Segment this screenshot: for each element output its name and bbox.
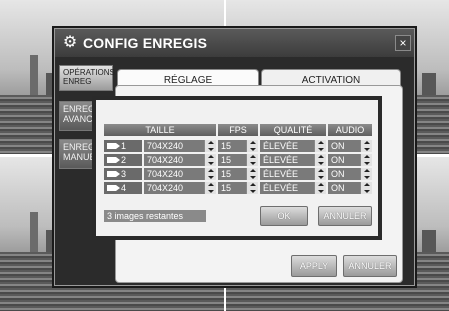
size-spinner[interactable] — [204, 140, 216, 152]
audio-spinner[interactable] — [360, 140, 372, 152]
camera-cell: 4 — [104, 182, 142, 194]
camera-icon — [107, 171, 120, 177]
close-button[interactable]: × — [395, 35, 411, 51]
size-select[interactable]: 704X240 — [144, 168, 204, 180]
popup-cancel-button[interactable]: ANNULER — [318, 206, 372, 226]
quality-select[interactable]: ÉLEVÉE — [260, 168, 314, 180]
apply-button[interactable]: APPLY — [291, 255, 337, 277]
size-spinner[interactable] — [204, 168, 216, 180]
audio-spinner[interactable] — [360, 154, 372, 166]
fps-select[interactable]: 15 — [218, 154, 246, 166]
fps-spinner[interactable] — [246, 154, 258, 166]
camera-cell: 1 — [104, 140, 142, 152]
fps-select[interactable]: 15 — [218, 168, 246, 180]
audio-select[interactable]: ON — [328, 182, 360, 194]
dialog-titlebar: ⚙ CONFIG ENREGIS × — [55, 29, 414, 57]
fps-spinner[interactable] — [246, 168, 258, 180]
header-audio: AUDIO — [328, 124, 372, 136]
camera-icon — [107, 143, 120, 149]
header-size: TAILLE — [104, 124, 216, 136]
dialog-title: CONFIG ENREGIS — [83, 35, 208, 51]
quality-select[interactable]: ÉLEVÉE — [260, 154, 314, 166]
quality-select[interactable]: ÉLEVÉE — [260, 182, 314, 194]
gear-icon: ⚙ — [62, 34, 78, 51]
quality-spinner[interactable] — [314, 168, 326, 180]
fps-spinner[interactable] — [246, 182, 258, 194]
quality-spinner[interactable] — [314, 154, 326, 166]
size-select[interactable]: 704X240 — [144, 154, 204, 166]
remaining-images-status: 3 images restantes — [104, 210, 206, 222]
fps-select[interactable]: 15 — [218, 182, 246, 194]
camera-cell: 3 — [104, 168, 142, 180]
sidebar-item-record-operations[interactable]: OPÉRATIONS ENREG — [59, 65, 115, 91]
quality-select[interactable]: ÉLEVÉE — [260, 140, 314, 152]
dialog-cancel-button[interactable]: ANNULER — [343, 255, 397, 277]
camera-cell: 2 — [104, 154, 142, 166]
fps-select[interactable]: 15 — [218, 140, 246, 152]
audio-select[interactable]: ON — [328, 168, 360, 180]
ok-button[interactable]: OK — [260, 206, 308, 226]
record-settings-popup: TAILLE FPS QUALITÉ AUDIO 1 704X240 15 ÉL… — [92, 96, 382, 240]
quality-spinner[interactable] — [314, 182, 326, 194]
fps-spinner[interactable] — [246, 140, 258, 152]
size-spinner[interactable] — [204, 154, 216, 166]
camera-icon — [107, 185, 120, 191]
size-select[interactable]: 704X240 — [144, 140, 204, 152]
audio-select[interactable]: ON — [328, 154, 360, 166]
audio-select[interactable]: ON — [328, 140, 360, 152]
audio-spinner[interactable] — [360, 168, 372, 180]
quality-spinner[interactable] — [314, 140, 326, 152]
header-fps: FPS — [218, 124, 258, 136]
size-select[interactable]: 704X240 — [144, 182, 204, 194]
camera-icon — [107, 157, 120, 163]
size-spinner[interactable] — [204, 182, 216, 194]
audio-spinner[interactable] — [360, 182, 372, 194]
header-quality: QUALITÉ — [260, 124, 326, 136]
